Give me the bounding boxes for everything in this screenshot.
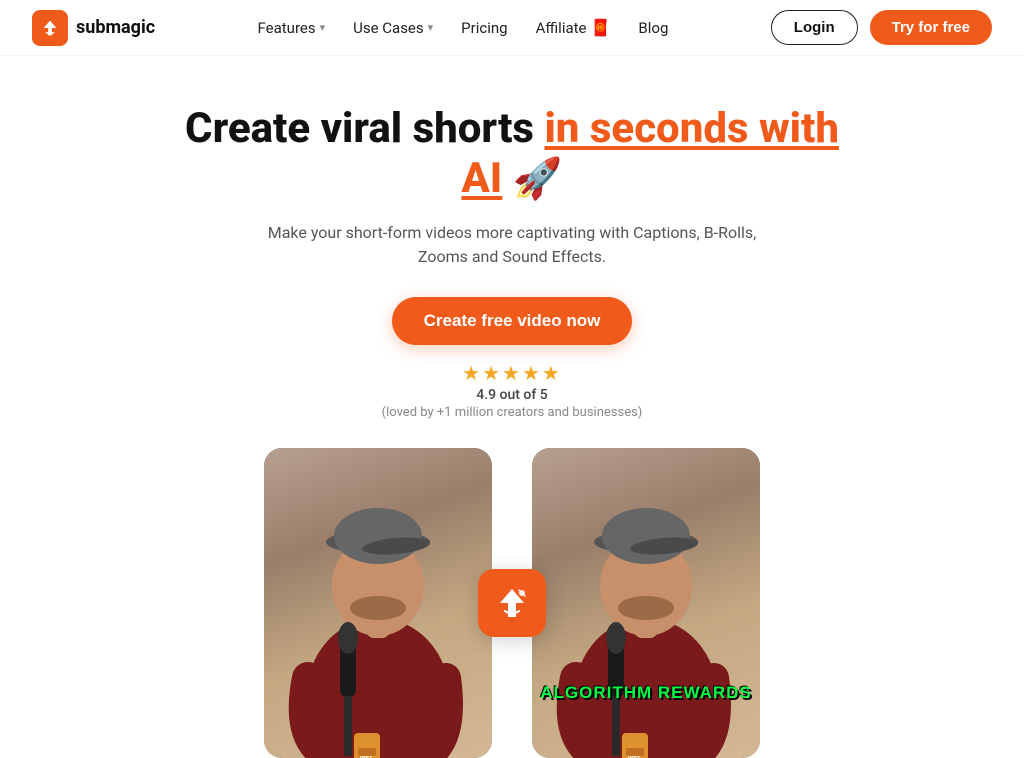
rating-section: ★★★★★ 4.9 out of 5 (loved by +1 million …	[382, 361, 643, 420]
affiliate-emoji-icon: 🧧	[590, 18, 610, 37]
video-panel-after: DEEZ ALGORITHM REWARDS	[532, 448, 760, 758]
video-caption-overlay: ALGORITHM REWARDS	[532, 683, 760, 703]
hero-section: Create viral shorts in seconds with AI 🚀…	[0, 56, 1024, 420]
rocket-icon: 🚀	[513, 155, 563, 202]
nav-actions: Login Try for free	[771, 10, 992, 45]
hero-headline: Create viral shorts in seconds with AI 🚀	[162, 104, 862, 203]
nav-pricing[interactable]: Pricing	[461, 19, 507, 37]
use-cases-chevron-icon: ▾	[428, 21, 434, 34]
logo-icon	[32, 10, 68, 46]
features-chevron-icon: ▾	[320, 21, 326, 34]
navbar: submagic Features ▾ Use Cases ▾ Pricing …	[0, 0, 1024, 56]
logo[interactable]: submagic	[32, 10, 155, 46]
login-button[interactable]: Login	[771, 10, 858, 45]
rating-value: 4.9 out of 5	[476, 387, 547, 403]
person-silhouette-right: DEEZ	[546, 448, 746, 758]
center-app-logo	[478, 569, 546, 637]
video-bg-right: DEEZ ALGORITHM REWARDS	[532, 448, 760, 758]
video-bg-left: DEEZ	[264, 448, 492, 758]
nav-affiliate[interactable]: Affiliate 🧧	[536, 18, 611, 37]
video-panel-before: DEEZ	[264, 448, 492, 758]
nav-use-cases[interactable]: Use Cases ▾	[353, 19, 433, 37]
create-video-button[interactable]: Create free video now	[392, 297, 633, 345]
logo-text: submagic	[76, 17, 155, 38]
star-rating-icons: ★★★★★	[462, 361, 562, 385]
nav-features[interactable]: Features ▾	[258, 19, 326, 37]
person-silhouette-left: DEEZ	[278, 448, 478, 758]
submagic-center-icon	[492, 583, 532, 623]
nav-links: Features ▾ Use Cases ▾ Pricing Affiliate…	[258, 18, 669, 37]
rating-social: (loved by +1 million creators and busine…	[382, 405, 643, 420]
try-for-free-button[interactable]: Try for free	[870, 10, 992, 45]
hero-subtext: Make your short-form videos more captiva…	[252, 221, 772, 269]
nav-blog[interactable]: Blog	[638, 19, 668, 37]
video-panels-row: DEEZ	[0, 448, 1024, 758]
